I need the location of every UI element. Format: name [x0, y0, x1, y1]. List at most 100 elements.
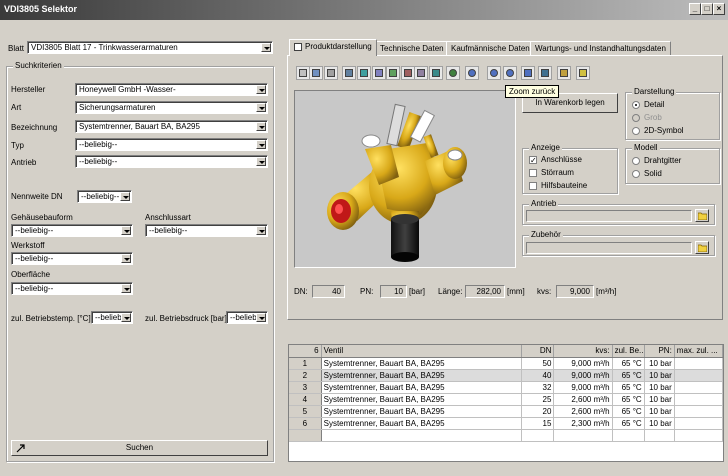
iso-view-icon[interactable] — [401, 66, 415, 80]
table-row[interactable]: 3 Systemtrenner, Bauart BA, BA295 32 9,000 … — [289, 381, 724, 394]
art-select[interactable]: Sicherungsarmaturen — [75, 101, 268, 114]
pan-icon[interactable] — [521, 66, 535, 80]
top-view-icon[interactable] — [372, 66, 386, 80]
chevron-down-icon[interactable] — [256, 313, 266, 322]
zoom-back-icon[interactable] — [487, 66, 501, 80]
hidden-line-icon[interactable] — [342, 66, 356, 80]
radio-solid[interactable] — [632, 170, 640, 178]
cell-pn: 10 bar — [644, 405, 675, 418]
radio-detail[interactable] — [632, 101, 640, 109]
table-row[interactable]: 1 Systemtrenner, Bauart BA, BA295 50 9,000 … — [289, 357, 724, 370]
maximize-icon[interactable]: □ — [701, 3, 713, 15]
cell-empty — [521, 429, 555, 442]
model-viewport[interactable] — [294, 90, 516, 268]
zoom-in-icon-glyph — [449, 69, 457, 77]
betriebstemp-select[interactable]: --beliebi — [91, 311, 133, 324]
antrieb-select[interactable]: --beliebig-- — [75, 155, 268, 168]
checkbox-stoerraum[interactable] — [529, 169, 537, 177]
rotate-icon-glyph — [432, 69, 440, 77]
hersteller-select[interactable]: Honeywell GmbH -Wasser- — [75, 83, 268, 96]
table-row[interactable]: 6 Systemtrenner, Bauart BA, BA295 15 2,300 … — [289, 417, 724, 430]
antrieb-folder-button[interactable] — [695, 209, 709, 222]
cell-pn: 10 bar — [644, 357, 675, 370]
tab-kaufmaennische-daten[interactable]: Kaufmännische Daten — [446, 41, 535, 55]
zoom-in-icon[interactable] — [446, 66, 460, 80]
wireframe-view-icon[interactable] — [324, 66, 338, 80]
col-dn[interactable]: DN — [521, 345, 555, 358]
col-max[interactable]: max. zul. ... — [674, 345, 724, 358]
radio-2d-symbol[interactable] — [632, 127, 640, 135]
zoom-out-icon[interactable] — [465, 66, 479, 80]
col-pn[interactable]: PN: — [644, 345, 675, 358]
chevron-down-icon[interactable] — [121, 284, 131, 293]
checkbox-anschluesse[interactable]: ✓ — [529, 156, 537, 165]
tab-technische-daten[interactable]: Technische Daten — [375, 41, 449, 55]
radio-2d-symbol-label: 2D-Symbol — [644, 126, 684, 135]
anschluss-value: --beliebig-- — [149, 226, 188, 235]
cell-pn: 10 bar — [644, 381, 675, 394]
chevron-down-icon[interactable] — [120, 192, 130, 201]
tab-wartungsdaten[interactable]: Wartungs- und Instandhaltungsdaten — [530, 41, 671, 55]
table-row[interactable]: 5 Systemtrenner, Bauart BA, BA295 20 2,600 … — [289, 405, 724, 418]
chevron-down-icon[interactable] — [256, 122, 266, 131]
zoom-window-icon-glyph — [506, 69, 514, 77]
chevron-down-icon[interactable] — [256, 157, 266, 166]
radio-drahtgitter-label: Drahtgitter — [644, 156, 682, 165]
col-kvs[interactable]: kvs: — [553, 345, 613, 358]
solid-view-icon[interactable] — [296, 66, 310, 80]
gehaeuse-select[interactable]: --beliebig-- — [11, 224, 133, 237]
zoom-window-icon[interactable] — [503, 66, 517, 80]
rotate-icon[interactable] — [429, 66, 443, 80]
results-table[interactable]: 6 Ventil DN kvs: zul. Be... PN: max. zul… — [288, 344, 724, 462]
search-button[interactable]: Suchen — [11, 440, 268, 456]
shaded-view-icon-glyph — [312, 69, 320, 77]
zubehoer-folder-button[interactable] — [695, 241, 709, 254]
werkstoff-select[interactable]: --beliebig-- — [11, 252, 133, 265]
minimize-icon[interactable]: _ — [689, 3, 701, 15]
table-row[interactable]: 2 Systemtrenner, Bauart BA, BA295 40 9,000 … — [289, 369, 724, 382]
chevron-down-icon[interactable] — [121, 313, 131, 322]
art-value: Sicherungsarmaturen — [79, 103, 156, 112]
col-ventil[interactable]: Ventil — [321, 345, 523, 358]
checkbox-hilfsbauteine[interactable] — [529, 182, 537, 190]
nennweite-select[interactable]: --beliebig-- — [77, 190, 132, 203]
cell-temp: 65 °C — [612, 405, 645, 418]
col-temp[interactable]: zul. Be... — [612, 345, 645, 358]
front-view-icon[interactable] — [357, 66, 371, 80]
checkbox-stoerraum-label: Störraum — [541, 168, 574, 177]
chevron-down-icon[interactable] — [256, 103, 266, 112]
anschluss-select[interactable]: --beliebig-- — [145, 224, 268, 237]
cell-nr: 5 — [289, 405, 322, 418]
zubehoer-field — [526, 242, 692, 254]
shaded-view-icon[interactable] — [309, 66, 323, 80]
bezeichnung-select[interactable]: Systemtrenner, Bauart BA, BA295 — [75, 120, 268, 133]
perspective-view-icon[interactable] — [414, 66, 428, 80]
typ-value: --beliebig-- — [79, 140, 118, 149]
radio-drahtgitter[interactable] — [632, 157, 640, 165]
print-icon[interactable] — [538, 66, 552, 80]
cell-kvs: 9,000 m³/h — [553, 381, 613, 394]
kvs-value: 9,000 — [556, 285, 594, 298]
zoom-out-icon-glyph — [468, 69, 476, 77]
light-icon[interactable] — [557, 66, 571, 80]
art-label: Art — [11, 103, 22, 112]
row-count: 6 — [289, 345, 322, 358]
chevron-down-icon[interactable] — [256, 85, 266, 94]
typ-select[interactable]: --beliebig-- — [75, 138, 268, 151]
chevron-down-icon[interactable] — [256, 140, 266, 149]
betriebsdruck-select[interactable]: --beliebi — [226, 311, 268, 324]
blatt-select[interactable]: VDI3805 Blatt 17 - Trinkwasserarmaturen — [27, 41, 273, 54]
oberflaeche-select[interactable]: --beliebig-- — [11, 282, 133, 295]
zubehoer-legend: Zubehör — [529, 230, 563, 239]
chevron-down-icon[interactable] — [121, 254, 131, 263]
side-view-icon[interactable] — [386, 66, 400, 80]
close-icon[interactable]: × — [713, 3, 725, 15]
table-row[interactable]: 4 Systemtrenner, Bauart BA, BA295 25 2,600 … — [289, 393, 724, 406]
tab-produktdarstellung[interactable]: Produktdarstellung — [289, 39, 377, 56]
checkbox-anschluesse-label: Anschlüsse — [541, 155, 582, 164]
chevron-down-icon[interactable] — [261, 43, 271, 52]
cart-icon[interactable] — [576, 66, 590, 80]
chevron-down-icon[interactable] — [256, 226, 266, 235]
chevron-down-icon[interactable] — [121, 226, 131, 235]
anschluss-label: Anschlussart — [145, 213, 191, 222]
